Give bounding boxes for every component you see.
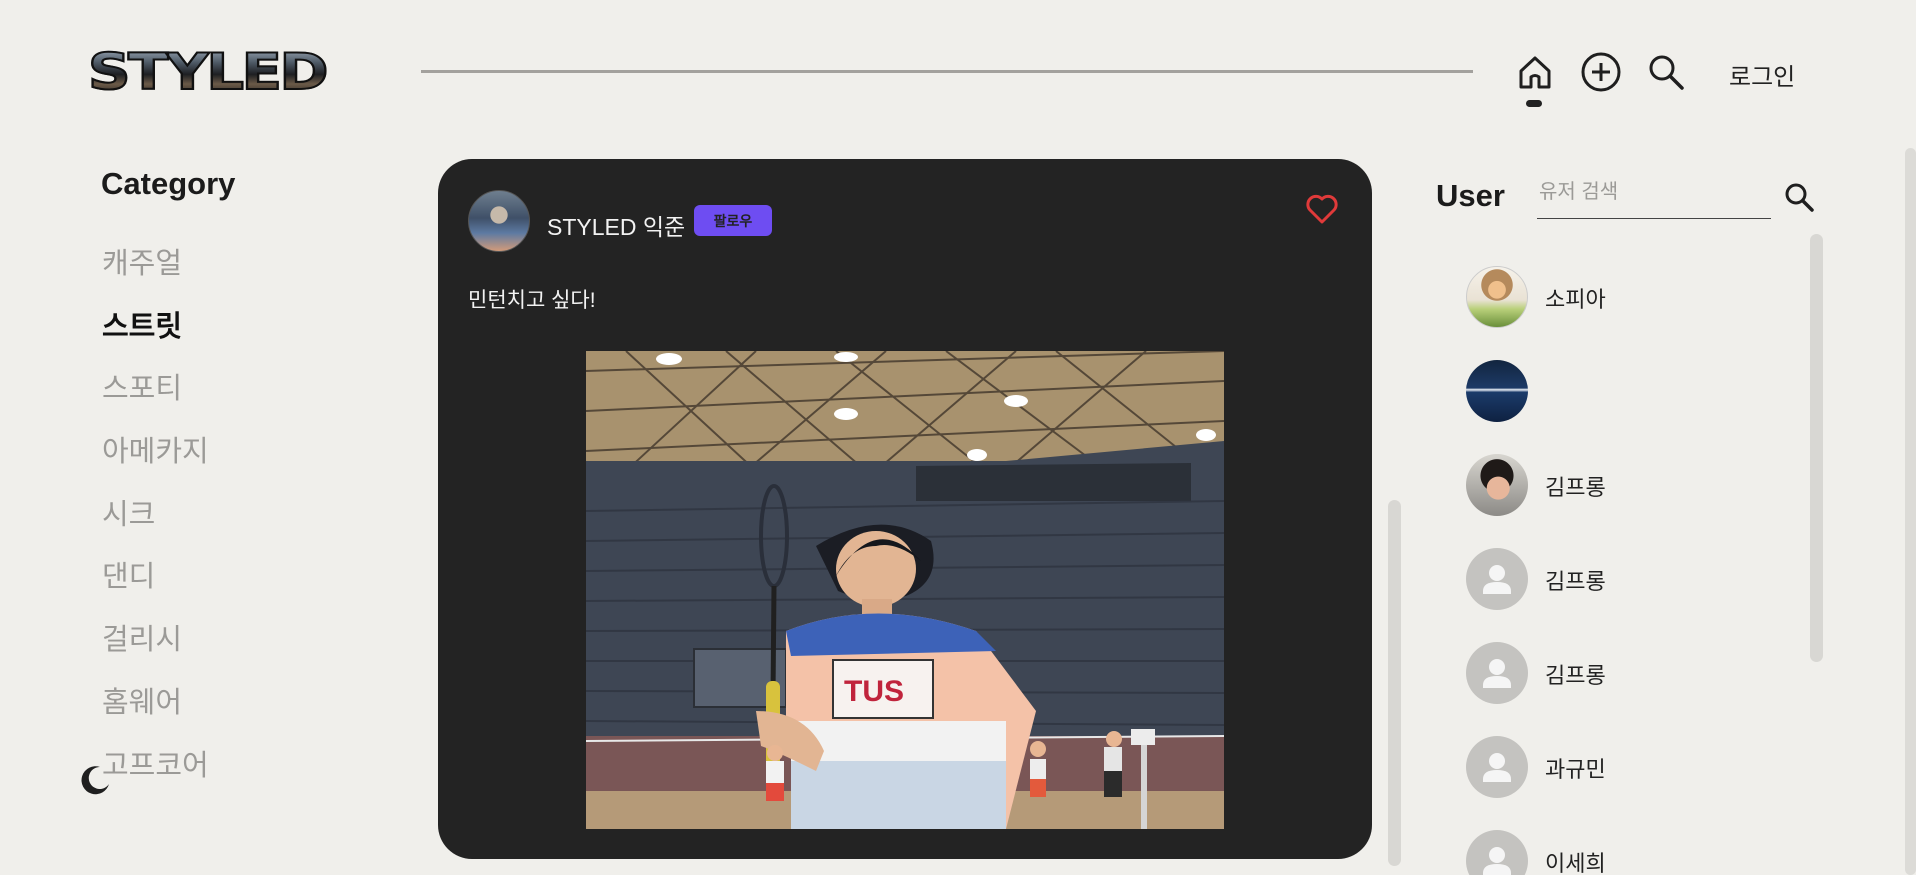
follow-button[interactable]: 팔로우 [694,205,772,236]
category-item-chic[interactable]: 시크 [102,491,209,554]
default-avatar [1466,830,1528,875]
post-photo[interactable]: TUS [586,351,1224,829]
default-avatar [1466,642,1528,704]
user-list-item[interactable]: 소피아 [1466,264,1766,330]
post-author-avatar[interactable] [468,190,530,252]
default-person-icon [1483,753,1511,782]
user-list-item[interactable]: 김프롱 [1466,546,1766,612]
user-list-item[interactable]: 과규민 [1466,734,1766,800]
category-item-amekaji[interactable]: 아메카지 [102,428,209,491]
like-button[interactable] [1304,191,1340,227]
user-list-scrollbar[interactable] [1810,234,1823,662]
user-name: 과규민 [1545,757,1606,782]
home-button[interactable] [1513,50,1557,94]
add-circle-icon [1581,52,1621,92]
category-item-street[interactable]: 스트릿 [102,303,209,366]
user-name: 이세희 [1545,851,1606,875]
login-link[interactable]: 로그인 [1729,57,1795,92]
user-avatar [1466,360,1528,422]
default-person-icon [1483,565,1511,594]
default-avatar [1466,548,1528,610]
search-icon [1649,55,1684,90]
user-avatar [1466,454,1528,516]
user-panel-title: User [1436,178,1505,213]
heart-outline-icon [1306,194,1338,224]
user-avatar [1466,266,1528,328]
category-item-sporty[interactable]: 스포티 [102,365,209,428]
post-feed-scrollbar[interactable] [1388,500,1401,866]
default-avatar [1466,736,1528,798]
category-item-girlish[interactable]: 걸리시 [102,616,209,679]
user-list-item[interactable]: 김프롱 [1466,452,1766,518]
user-name: 김프롱 [1545,663,1606,688]
moon-icon [81,766,109,795]
category-title: Category [101,166,236,201]
post-card: STYLED 익준 팔로우 민턴치고 싶다! TUS [438,159,1372,859]
default-person-icon [1483,659,1511,688]
page-scrollbar[interactable] [1905,148,1916,875]
user-list-item[interactable] [1466,358,1766,424]
search-icon [1785,183,1814,212]
svg-text:TUS: TUS [844,675,904,708]
header-divider [421,70,1473,73]
default-person-icon [1483,847,1511,875]
category-item-gorpcore[interactable]: 고프코어 [102,742,209,805]
category-item-dandy[interactable]: 댄디 [102,553,209,616]
post-photo-illustration: TUS [586,351,1224,829]
search-button[interactable] [1644,50,1688,94]
category-list: 캐주얼 스트릿 스포티 아메카지 시크 댄디 걸리시 홈웨어 고프코어 [102,240,209,804]
user-search-input[interactable] [1537,172,1771,219]
category-item-homewear[interactable]: 홈웨어 [102,679,209,742]
user-name: 소피아 [1545,287,1606,312]
user-name: 김프롱 [1545,569,1606,594]
user-list-item[interactable]: 김프롱 [1466,640,1766,706]
logo-text: STYLED [87,43,330,101]
theme-toggle-button[interactable] [80,764,112,796]
active-nav-indicator [1526,100,1542,107]
user-list-item[interactable]: 이세희 [1466,828,1766,875]
styled-logo[interactable]: STYLED [87,43,378,101]
post-author-name[interactable]: STYLED 익준 [547,208,685,242]
user-name: 김프롱 [1545,475,1606,500]
user-search-button[interactable] [1782,180,1816,214]
home-icon [1519,56,1551,89]
add-post-button[interactable] [1579,50,1623,94]
post-caption: 민턴치고 싶다! [468,289,596,312]
category-item-casual[interactable]: 캐주얼 [102,240,209,303]
